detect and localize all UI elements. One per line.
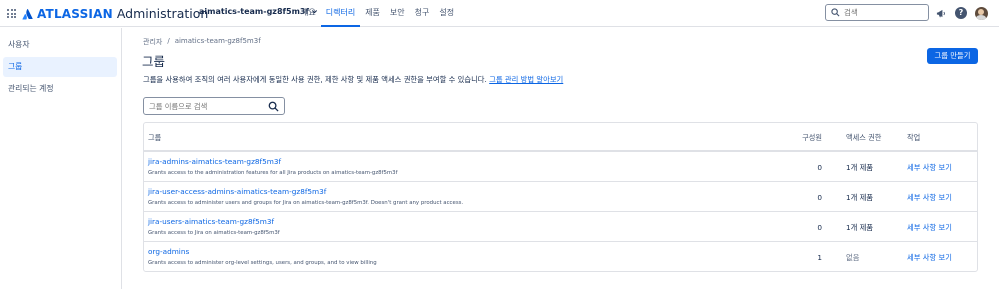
column-header-members[interactable]: 구성원	[802, 133, 822, 143]
profile-button[interactable]	[974, 6, 988, 20]
breadcrumb-org[interactable]: aimatics-team-gz8f5m3f	[175, 37, 261, 47]
breadcrumb-admin[interactable]: 관리자	[143, 37, 162, 47]
global-search[interactable]	[825, 4, 929, 21]
top-navigation-bar: ATLASSIAN Administration aimatics-team-g…	[0, 0, 999, 27]
group-search-input[interactable]	[149, 101, 267, 111]
access-summary: 없음	[846, 253, 860, 262]
member-count: 0	[817, 193, 822, 202]
nav-overview[interactable]: 개요	[296, 0, 321, 27]
group-search[interactable]	[143, 97, 285, 115]
access-summary: 1개 제품	[846, 193, 874, 202]
main-nav: 개요 디렉터리 제품 보안 청구 설정	[296, 0, 459, 27]
notification-icon[interactable]	[934, 6, 948, 20]
logo-text: ATLASSIAN	[37, 6, 113, 21]
group-description: Grants access to the administration feat…	[148, 170, 398, 176]
view-details-link[interactable]: 세부 사항 보기	[907, 163, 952, 173]
group-name-link[interactable]: jira-user-access-admins-aimatics-team-gz…	[148, 187, 326, 196]
table-header: 그룹 구성원 액세스 권한 작업	[144, 123, 977, 152]
org-name: aimatics-team-gz8f5m3f	[199, 7, 309, 16]
nav-billing[interactable]: 청구	[410, 0, 435, 27]
help-button[interactable]: ?	[954, 6, 968, 20]
table-row: jira-user-access-admins-aimatics-team-gz…	[144, 182, 977, 212]
group-name-link[interactable]: org-admins	[148, 247, 189, 256]
description-text: 그룹을 사용하여 조직의 여러 사용자에게 동일한 사용 권한, 제한 사항 및…	[143, 75, 490, 84]
member-count: 1	[817, 253, 822, 262]
nav-directory[interactable]: 디렉터리	[320, 0, 361, 27]
search-icon[interactable]	[268, 101, 279, 112]
global-search-input[interactable]	[844, 8, 924, 17]
app-switcher-icon[interactable]	[7, 9, 16, 18]
page-description: 그룹을 사용하여 조직의 여러 사용자에게 동일한 사용 권한, 제한 사항 및…	[143, 75, 563, 85]
learn-groups-link[interactable]: 그룹 관리 방법 알아보기	[489, 75, 563, 84]
sidebar-item-groups[interactable]: 그룹	[3, 57, 117, 77]
breadcrumb-separator: /	[167, 37, 170, 45]
column-header-action: 작업	[907, 133, 921, 142]
view-details-link[interactable]: 세부 사항 보기	[907, 223, 952, 233]
table-row: org-admins Grants access to administer o…	[144, 242, 977, 272]
view-details-link[interactable]: 세부 사항 보기	[907, 193, 952, 203]
column-header-access: 액세스 권한	[846, 133, 882, 142]
column-header-group[interactable]: 그룹	[148, 133, 161, 143]
group-name-link[interactable]: jira-admins-aimatics-team-gz8f5m3f	[148, 157, 281, 166]
sidebar-item-users[interactable]: 사용자	[3, 35, 117, 55]
groups-table: 그룹 구성원 액세스 권한 작업 jira-admins-aimatics-te…	[143, 122, 978, 272]
breadcrumb: 관리자 / aimatics-team-gz8f5m3f	[143, 37, 261, 47]
sidebar-item-managed-accounts[interactable]: 관리되는 계정	[3, 79, 117, 99]
page-title: 그룹	[142, 54, 166, 69]
create-group-button[interactable]: 그룹 만들기	[927, 48, 978, 64]
search-icon	[831, 8, 840, 17]
member-count: 0	[817, 163, 822, 172]
access-summary: 1개 제품	[846, 223, 874, 232]
group-description: Grants access to Jira on aimatics-team-g…	[148, 230, 280, 236]
megaphone-icon	[936, 9, 945, 17]
admin-title: Administration	[116, 6, 209, 21]
member-count: 0	[817, 223, 822, 232]
atlassian-logo[interactable]: ATLASSIAN Administration	[22, 6, 208, 21]
nav-security[interactable]: 보안	[385, 0, 410, 27]
avatar	[974, 6, 988, 20]
table-row: jira-users-aimatics-team-gz8f5m3f Grants…	[144, 212, 977, 242]
group-name-link[interactable]: jira-users-aimatics-team-gz8f5m3f	[148, 217, 274, 226]
table-row: jira-admins-aimatics-team-gz8f5m3f Grant…	[144, 152, 977, 182]
access-summary: 1개 제품	[846, 163, 874, 172]
group-description: Grants access to administer users and gr…	[148, 200, 464, 206]
help-icon: ?	[955, 7, 967, 19]
group-description: Grants access to administer org-level se…	[148, 260, 377, 266]
view-details-link[interactable]: 세부 사항 보기	[907, 253, 952, 263]
sidebar: 사용자 그룹 관리되는 계정	[0, 28, 122, 289]
atlassian-logo-icon	[22, 8, 33, 19]
nav-products[interactable]: 제품	[360, 0, 385, 27]
nav-settings[interactable]: 설정	[434, 0, 459, 27]
